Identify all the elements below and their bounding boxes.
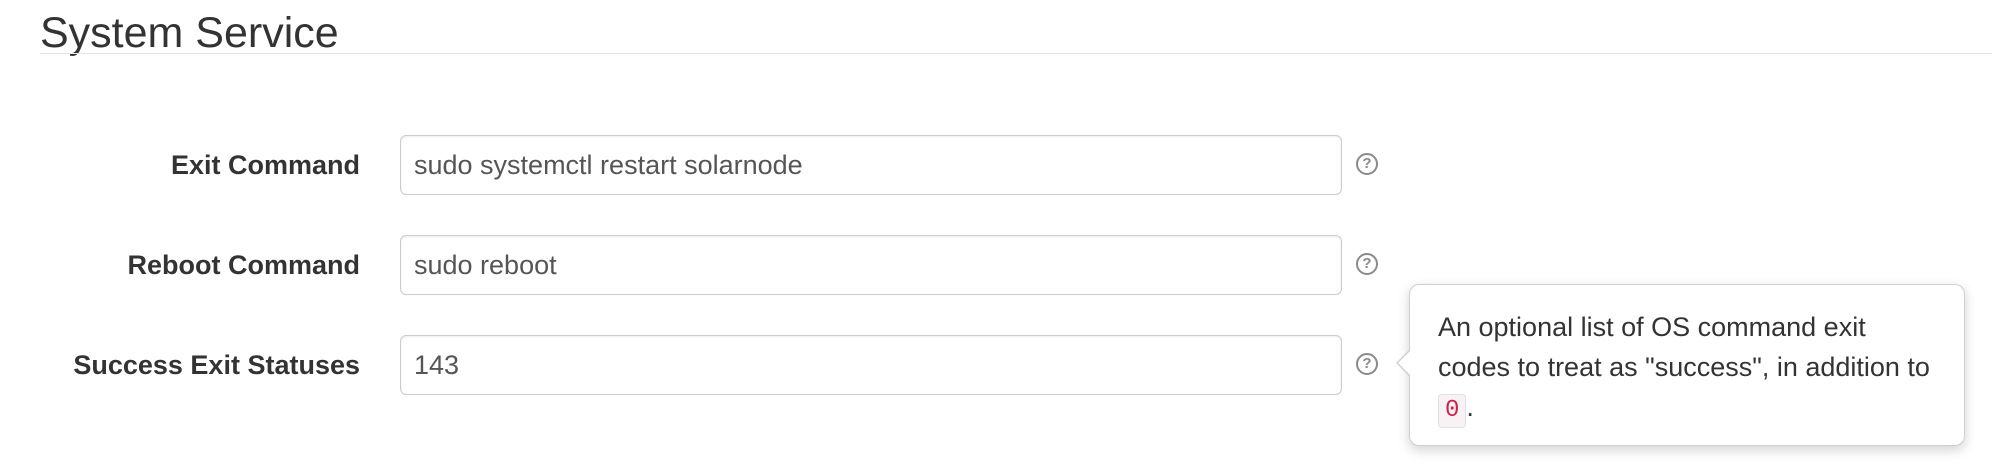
exit-command-field-wrapper xyxy=(400,135,1342,195)
reboot-command-help-icon[interactable]: ? xyxy=(1356,253,1378,275)
exit-command-input[interactable] xyxy=(401,136,1341,194)
success-exit-statuses-input[interactable] xyxy=(401,336,1341,394)
popover-arrow xyxy=(1398,351,1410,375)
popover-text: An optional list of OS command exit code… xyxy=(1438,312,1930,382)
exit-command-label: Exit Command xyxy=(170,150,360,180)
section-title: System Service xyxy=(40,9,339,57)
popover-code-value: 0 xyxy=(1438,394,1467,428)
form-row-exit-command: Exit Command ? xyxy=(0,135,1992,195)
popover-text-end: . xyxy=(1466,392,1474,422)
success-exit-statuses-label: Success Exit Statuses xyxy=(73,350,360,380)
settings-page: System Service Exit Command ? Reboot Com… xyxy=(0,0,1992,476)
reboot-command-label: Reboot Command xyxy=(127,250,361,280)
reboot-command-field-wrapper xyxy=(400,235,1342,295)
section-divider xyxy=(40,53,1992,54)
success-exit-statuses-field-wrapper xyxy=(400,335,1342,395)
exit-command-help-icon[interactable]: ? xyxy=(1356,153,1378,175)
success-exit-statuses-help-icon[interactable]: ? xyxy=(1356,353,1378,375)
help-popover: An optional list of OS command exit code… xyxy=(1396,284,1965,446)
reboot-command-input[interactable] xyxy=(401,236,1341,294)
